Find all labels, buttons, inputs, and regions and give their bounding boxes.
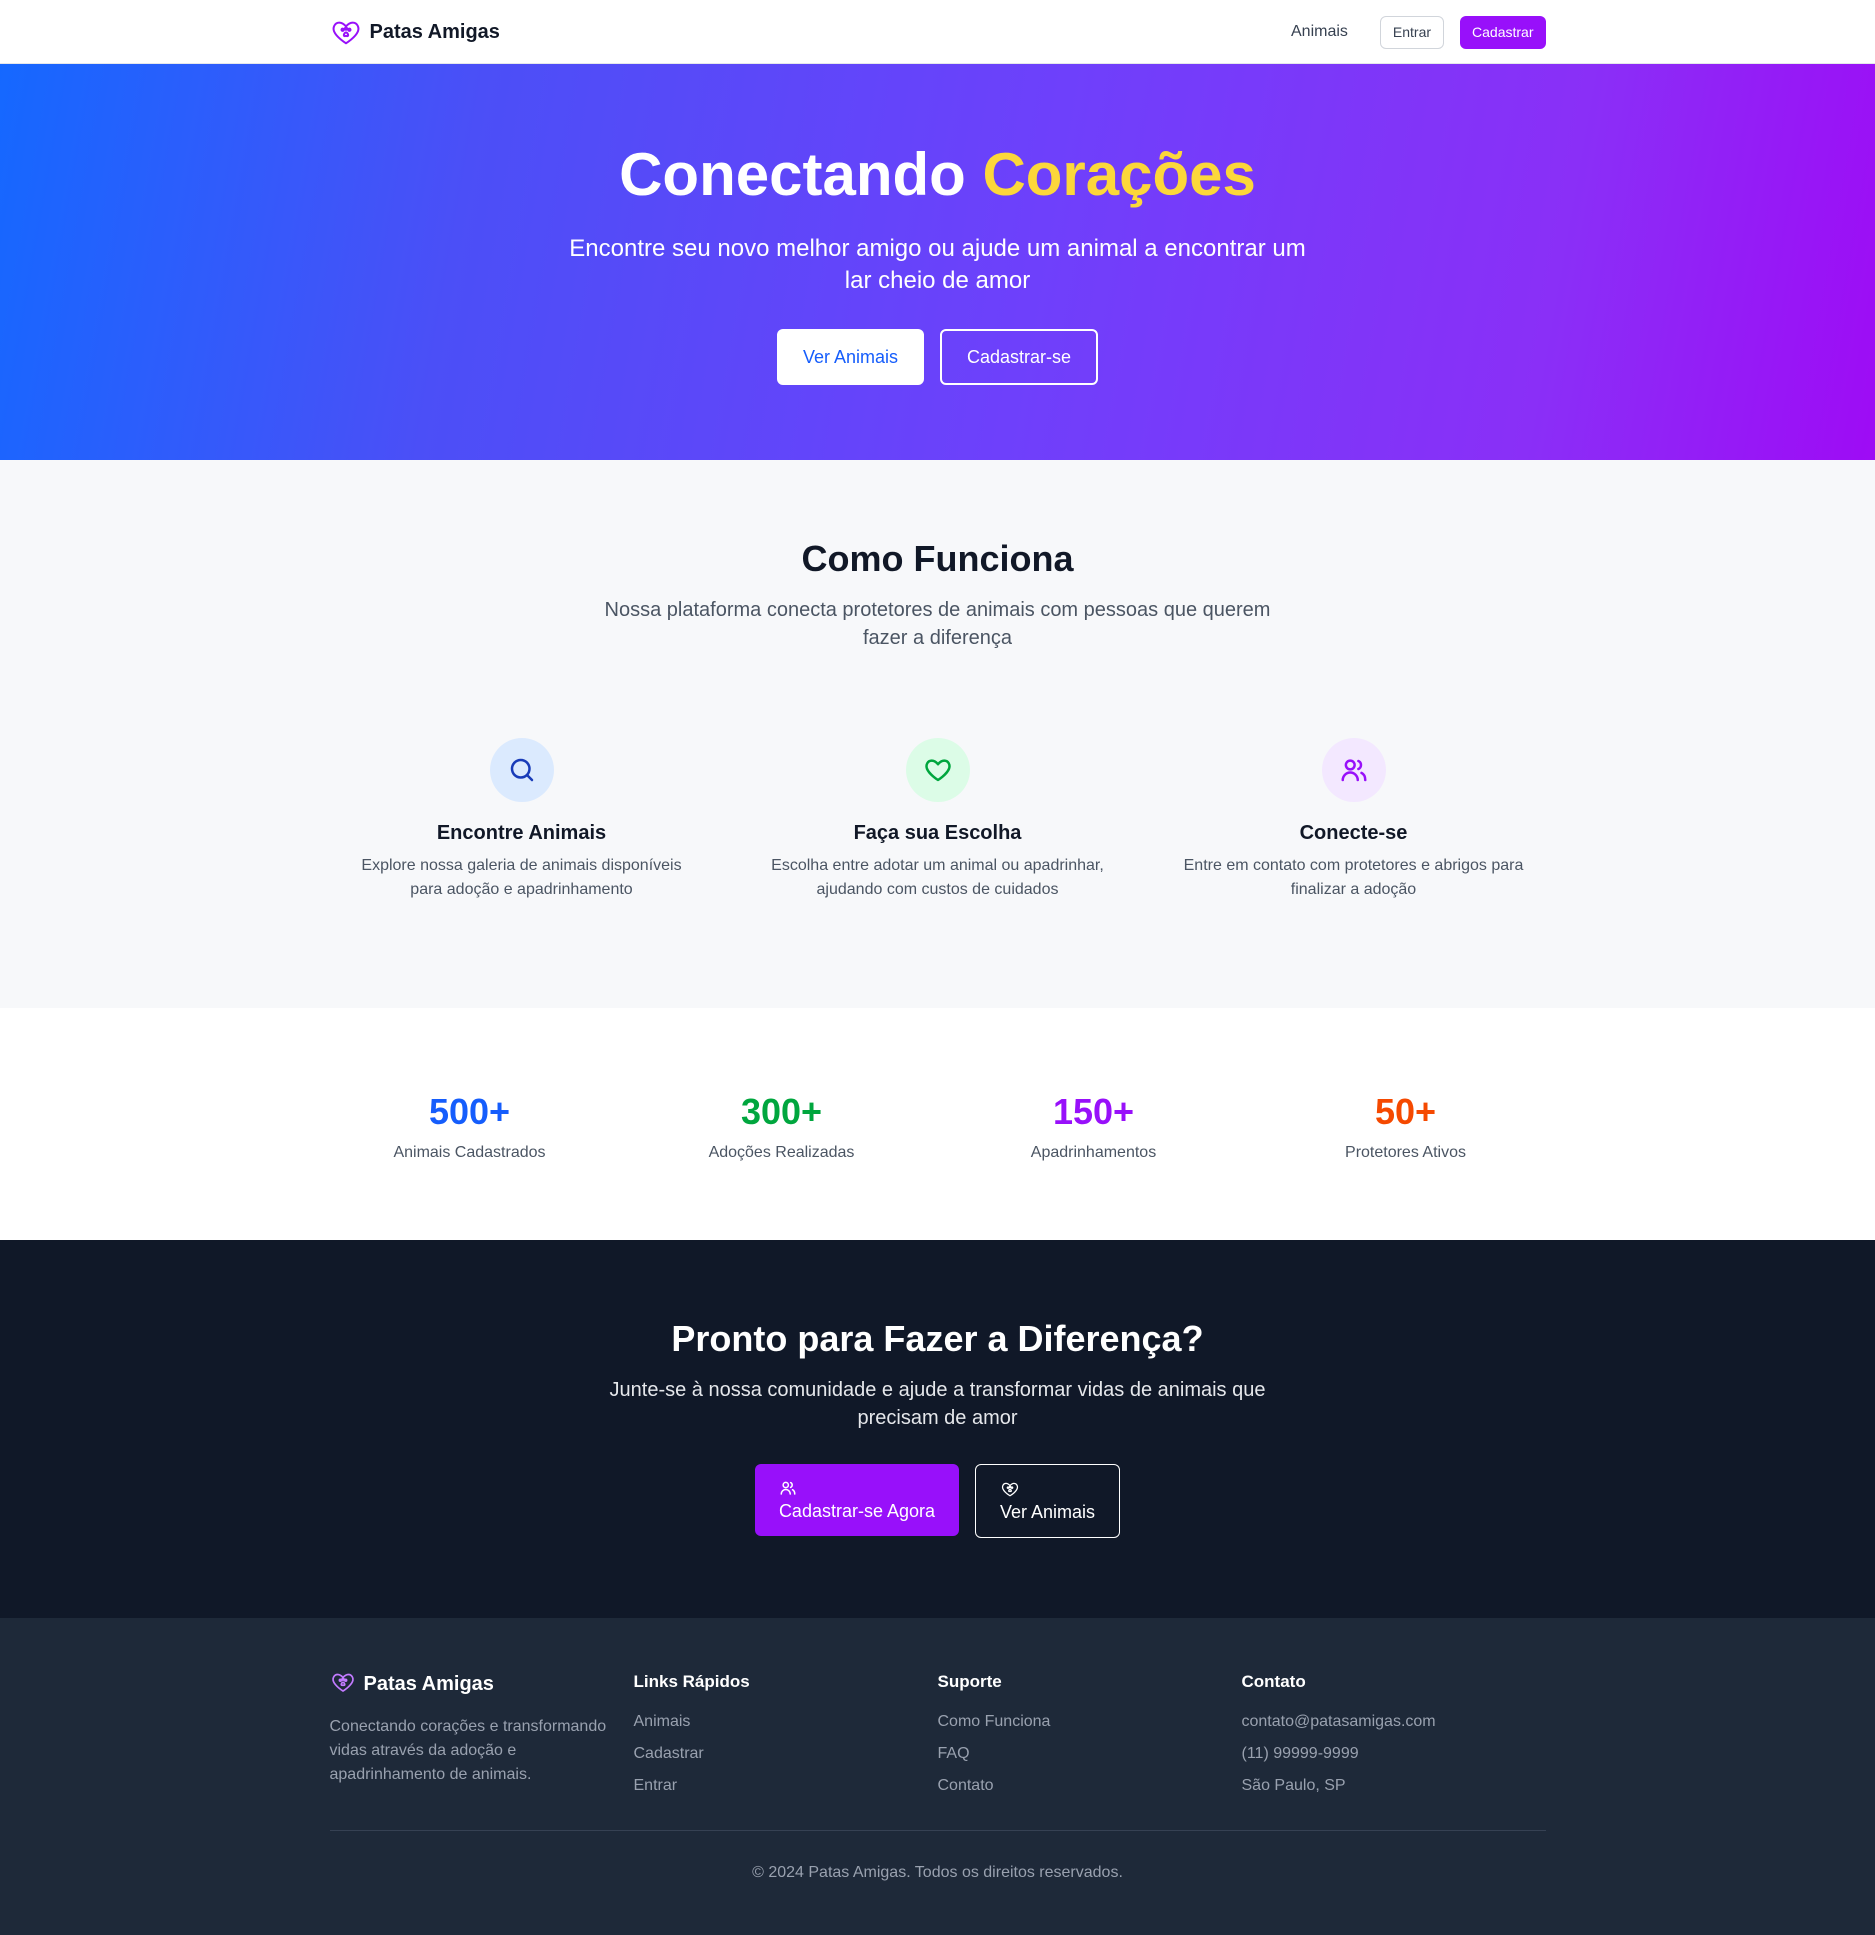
step-title: Faça sua Escolha — [853, 822, 1022, 844]
step-description: Entre em contato com protetores e abrigo… — [1183, 857, 1524, 898]
stat-adoptions: 300+ Adoções Realizadas — [626, 1090, 938, 1162]
quick-links-list: Animais Cadastrar Entrar — [634, 1710, 938, 1798]
stat-value: 500+ — [428, 1091, 511, 1132]
cta-view-animals-button[interactable]: Ver Animais — [975, 1464, 1121, 1538]
stats-list: 500+ Animais Cadastrados 300+ Adoções Re… — [314, 1008, 1562, 1162]
heart-paw-icon — [330, 1670, 356, 1699]
step-description: Explore nossa galeria de animais disponí… — [361, 857, 682, 898]
contact-email: contato@patasamigas.com — [1241, 1713, 1436, 1730]
brand-logo-link[interactable]: Patas Amigas — [330, 16, 500, 48]
footer-link-login[interactable]: Entrar — [634, 1774, 938, 1798]
contact-list: contato@patasamigas.com (11) 99999-9999 … — [1242, 1710, 1546, 1798]
steps-list: Encontre Animais Explore nossa galeria d… — [314, 738, 1562, 902]
hero-title-accent: Corações — [982, 141, 1256, 208]
step-title: Conecte-se — [1299, 822, 1408, 844]
users-icon — [779, 1479, 797, 1497]
nav-link-animals[interactable]: Animais — [1291, 23, 1348, 41]
users-icon — [1321, 738, 1386, 802]
signup-button[interactable]: Cadastrar — [1460, 15, 1546, 49]
footer-quick-links-column: Links Rápidos Animais Cadastrar Entrar — [634, 1670, 938, 1806]
heart-icon — [905, 738, 970, 802]
site-footer: Patas Amigas Conectando corações e trans… — [0, 1618, 1875, 1935]
hero-section: Conectando Corações Encontre seu novo me… — [0, 64, 1875, 460]
cta-section: Pronto para Fazer a Diferença? Junte-se … — [0, 1240, 1875, 1618]
footer-brand-name: Patas Amigas — [363, 1673, 494, 1695]
step-find-animals: Encontre Animais Explore nossa galeria d… — [314, 738, 730, 902]
footer-link-how-it-works[interactable]: Como Funciona — [938, 1710, 1242, 1734]
register-now-button[interactable]: Cadastrar-se Agora — [754, 1464, 960, 1536]
hero-buttons: Ver Animais Cadastrar-se — [0, 329, 1875, 385]
button-label: Ver Animais — [1000, 1501, 1096, 1522]
register-button[interactable]: Cadastrar-se — [940, 329, 1099, 385]
how-it-works-section: Como Funciona Nossa plataforma conecta p… — [0, 460, 1875, 1008]
stat-value: 50+ — [1374, 1091, 1437, 1132]
top-navbar: Patas Amigas Animais Entrar Cadastrar — [0, 0, 1875, 64]
footer-link-register[interactable]: Cadastrar — [634, 1742, 938, 1766]
button-label: Cadastrar-se Agora — [778, 1500, 936, 1521]
stat-value: 150+ — [1052, 1091, 1135, 1132]
cta-buttons: Cadastrar-se Agora Ver Animais — [0, 1464, 1875, 1538]
footer-link-contact[interactable]: Contato — [938, 1774, 1242, 1798]
footer-container: Patas Amigas Conectando corações e trans… — [329, 1618, 1546, 1882]
stat-value: 300+ — [740, 1091, 823, 1132]
nav-actions: Animais Entrar Cadastrar — [1291, 15, 1546, 49]
stat-animals: 500+ Animais Cadastrados — [314, 1090, 626, 1162]
footer-link-faq[interactable]: FAQ — [938, 1742, 1242, 1766]
hero-subtitle: Encontre seu novo melhor amigo ou ajude … — [569, 235, 1306, 294]
brand-name: Patas Amigas — [369, 20, 500, 43]
hero-title: Conectando Corações — [0, 140, 1875, 209]
stat-label: Adoções Realizadas — [708, 1144, 855, 1161]
footer-divider — [329, 1830, 1546, 1831]
navbar-container: Patas Amigas Animais Entrar Cadastrar — [330, 0, 1546, 64]
contact-location: São Paulo, SP — [1241, 1777, 1346, 1794]
step-title: Encontre Animais — [436, 822, 607, 844]
stat-label: Apadrinhamentos — [1030, 1144, 1157, 1161]
copyright-text: © 2024 Patas Amigas. Todos os direitos r… — [752, 1864, 1123, 1881]
footer-contact-column: Contato contato@patasamigas.com (11) 999… — [1242, 1670, 1546, 1806]
footer-brand-text: Conectando corações e transformando vida… — [329, 1718, 607, 1783]
footer-brand: Patas Amigas — [330, 1670, 634, 1699]
login-button[interactable]: Entrar — [1379, 15, 1445, 49]
footer-column-title: Links Rápidos — [633, 1672, 750, 1691]
footer-brand-column: Patas Amigas Conectando corações e trans… — [330, 1670, 634, 1806]
cta-subtitle: Junte-se à nossa comunidade e ajude a tr… — [609, 1379, 1266, 1429]
footer-support-column: Suporte Como Funciona FAQ Contato — [938, 1670, 1242, 1806]
view-animals-button[interactable]: Ver Animais — [776, 329, 924, 385]
footer-link-animals[interactable]: Animais — [634, 1710, 938, 1734]
step-description: Escolha entre adotar um animal ou apadri… — [771, 857, 1104, 898]
step-connect: Conecte-se Entre em contato com protetor… — [1146, 738, 1562, 902]
heart-paw-icon — [1000, 1480, 1020, 1498]
stat-protectors: 50+ Protetores Ativos — [1250, 1090, 1562, 1162]
stat-label: Animais Cadastrados — [393, 1144, 546, 1161]
footer-column-title: Suporte — [937, 1672, 1002, 1691]
footer-columns: Patas Amigas Conectando corações e trans… — [330, 1670, 1546, 1806]
stat-label: Protetores Ativos — [1345, 1144, 1466, 1161]
support-links-list: Como Funciona FAQ Contato — [938, 1710, 1242, 1798]
contact-phone: (11) 99999-9999 — [1241, 1745, 1359, 1762]
how-title: Como Funciona — [801, 538, 1074, 579]
how-subtitle: Nossa plataforma conecta protetores de a… — [604, 599, 1271, 649]
search-icon — [489, 738, 554, 802]
stats-section: 500+ Animais Cadastrados 300+ Adoções Re… — [0, 1008, 1875, 1240]
stat-sponsorships: 150+ Apadrinhamentos — [938, 1090, 1250, 1162]
hero-title-main: Conectando — [619, 141, 983, 208]
step-make-choice: Faça sua Escolha Escolha entre adotar um… — [730, 738, 1146, 902]
footer-column-title: Contato — [1241, 1672, 1306, 1691]
heart-paw-icon — [330, 16, 362, 48]
cta-title: Pronto para Fazer a Diferença? — [671, 1318, 1204, 1359]
